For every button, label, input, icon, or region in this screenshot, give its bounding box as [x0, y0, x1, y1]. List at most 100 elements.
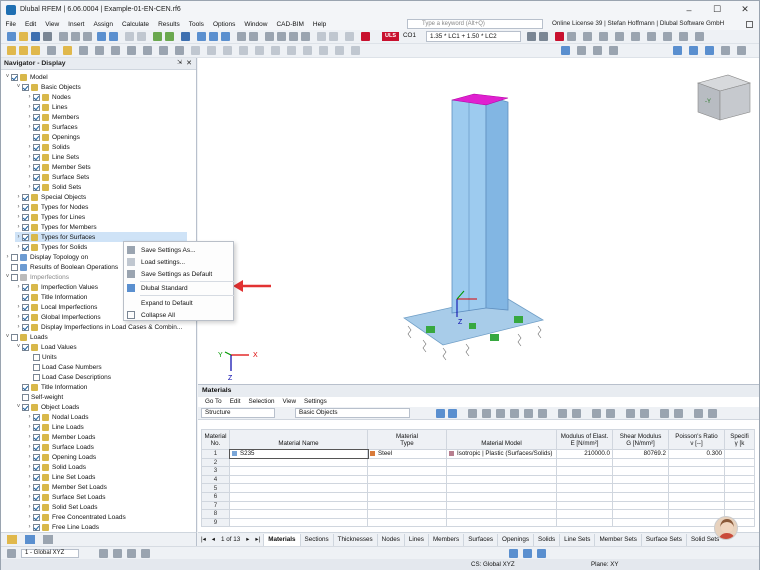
tree-checkbox[interactable] [11, 253, 18, 261]
expand-arrow-icon[interactable]: ˅ [4, 334, 11, 340]
sort-icon[interactable] [592, 409, 601, 418]
tree-item[interactable]: › Types for Solids [15, 242, 87, 252]
table-cell-nu[interactable] [668, 457, 725, 468]
tree-checkbox[interactable] [33, 183, 40, 191]
expand-arrow-icon[interactable]: › [15, 204, 22, 210]
info-icon[interactable] [303, 46, 312, 55]
menu-calculate[interactable]: Calculate [117, 21, 153, 28]
table-cell-gamma[interactable] [724, 457, 755, 468]
table-cell-nu[interactable] [668, 491, 725, 502]
table-cell-type[interactable] [367, 457, 447, 468]
expand-arrow-icon[interactable]: › [15, 194, 22, 200]
table-cell-gamma[interactable] [724, 491, 755, 502]
table-cell-name[interactable] [229, 517, 368, 528]
expand-arrow-icon[interactable]: › [26, 414, 33, 420]
tree-checkbox[interactable] [33, 143, 40, 151]
menu-item-collapse-all[interactable]: Collapse All [124, 309, 235, 321]
tab-last-icon[interactable]: ▸| [252, 536, 263, 543]
expand-arrow-icon[interactable]: › [15, 284, 22, 290]
insert-row-icon[interactable] [468, 409, 477, 418]
table-cell-e[interactable] [556, 517, 613, 528]
menu-item-load-settings[interactable]: Load settings... [124, 256, 235, 268]
search-table-icon[interactable] [606, 409, 615, 418]
table-cell-type[interactable] [367, 500, 447, 511]
table-cell-gamma[interactable] [724, 474, 755, 485]
table-cell-type[interactable]: Steel [367, 449, 447, 459]
model-view-icon[interactable] [673, 46, 682, 55]
coord-system-select[interactable]: 1 - Global XYZ [21, 549, 79, 558]
copy-icon[interactable] [71, 32, 80, 41]
tree-item[interactable]: Units [26, 352, 57, 362]
expand-arrow-icon[interactable]: › [26, 114, 33, 120]
expand-arrow-icon[interactable]: › [26, 504, 33, 510]
tree-checkbox[interactable] [22, 303, 29, 311]
paste-icon[interactable] [83, 32, 92, 41]
snap-line-icon[interactable] [127, 549, 136, 558]
table-cell-g[interactable] [612, 457, 669, 468]
expand-arrow-icon[interactable]: › [26, 444, 33, 450]
export-icon[interactable] [510, 409, 519, 418]
calculate-icon[interactable] [153, 32, 162, 41]
pin-icon[interactable]: ⇲ [177, 59, 182, 66]
menu-tools[interactable]: Tools [184, 21, 208, 28]
tree-item[interactable]: ˅ Basic Objects [15, 82, 81, 92]
tree-checkbox[interactable] [33, 463, 40, 471]
expand-arrow-icon[interactable]: ˅ [15, 84, 22, 90]
view-z-icon[interactable] [301, 32, 310, 41]
status-ortho-icon[interactable] [537, 549, 546, 558]
table-cell-e[interactable] [556, 474, 613, 485]
zoom-icon[interactable] [237, 32, 246, 41]
expand-arrow-icon[interactable]: › [26, 144, 33, 150]
next-case-icon[interactable] [539, 32, 548, 41]
table-row[interactable]: 6 [201, 491, 755, 502]
tree-item[interactable]: ˅ Imperfections [4, 272, 69, 282]
tree-item[interactable]: › Surface Set Loads [26, 492, 105, 502]
cut-icon[interactable] [59, 32, 68, 41]
tree-item[interactable]: › Local Imperfections [15, 302, 97, 312]
expand-arrow-icon[interactable]: › [26, 434, 33, 440]
save-icon[interactable] [31, 32, 40, 41]
measure-icon[interactable] [287, 46, 296, 55]
member-tool-icon[interactable] [31, 46, 40, 55]
materials-menu-goto[interactable]: Go To [201, 397, 226, 407]
numbering-icon[interactable] [335, 46, 344, 55]
tree-checkbox[interactable] [33, 453, 40, 461]
tree-item[interactable]: › Member Sets [26, 162, 91, 172]
tab-members[interactable]: Members [427, 533, 463, 546]
tree-checkbox[interactable] [33, 153, 40, 161]
tree-item[interactable]: › Line Sets [26, 152, 79, 162]
expand-arrow-icon[interactable]: ˅ [4, 74, 11, 80]
table-cell-g[interactable] [612, 500, 669, 511]
rotate-tool-icon[interactable] [159, 46, 168, 55]
table-row[interactable]: 3 [201, 466, 755, 476]
expand-arrow-icon[interactable]: › [26, 514, 33, 520]
object-snap-icon[interactable] [239, 46, 248, 55]
tree-checkbox[interactable] [11, 333, 18, 341]
expand-arrow-icon[interactable]: › [15, 244, 22, 250]
tree-checkbox[interactable] [33, 93, 40, 101]
table-cell-type[interactable] [367, 491, 447, 502]
expand-arrow-icon[interactable]: › [26, 454, 33, 460]
expand-arrow-icon[interactable]: › [26, 124, 33, 130]
transparency-icon[interactable] [593, 46, 602, 55]
menu-help[interactable]: Help [308, 21, 330, 28]
table-settings-icon[interactable] [572, 409, 581, 418]
expand-arrow-icon[interactable]: › [15, 304, 22, 310]
table-cell-model[interactable] [446, 517, 557, 528]
tree-item[interactable]: › Imperfection Values [15, 282, 98, 292]
table-cell-type[interactable] [367, 517, 447, 528]
table-cell-name[interactable] [229, 466, 368, 476]
materials-menu-view[interactable]: View [278, 397, 300, 407]
table-cell-nu[interactable] [668, 474, 725, 485]
expand-arrow-icon[interactable]: ˅ [15, 404, 22, 410]
tree-item[interactable]: › Solid Loads [26, 462, 86, 472]
load-tool-icon[interactable] [95, 46, 104, 55]
tree-checkbox[interactable] [22, 293, 29, 301]
table-cell-name[interactable]: S235 [228, 448, 369, 460]
tree-checkbox[interactable] [33, 523, 40, 531]
table-cell-type[interactable] [367, 509, 447, 519]
tab-solids[interactable]: Solids [533, 533, 559, 546]
table-cell-e[interactable] [556, 457, 613, 468]
mirror-tool-icon[interactable] [175, 46, 184, 55]
tree-item[interactable]: › Display Topology on [4, 252, 88, 262]
